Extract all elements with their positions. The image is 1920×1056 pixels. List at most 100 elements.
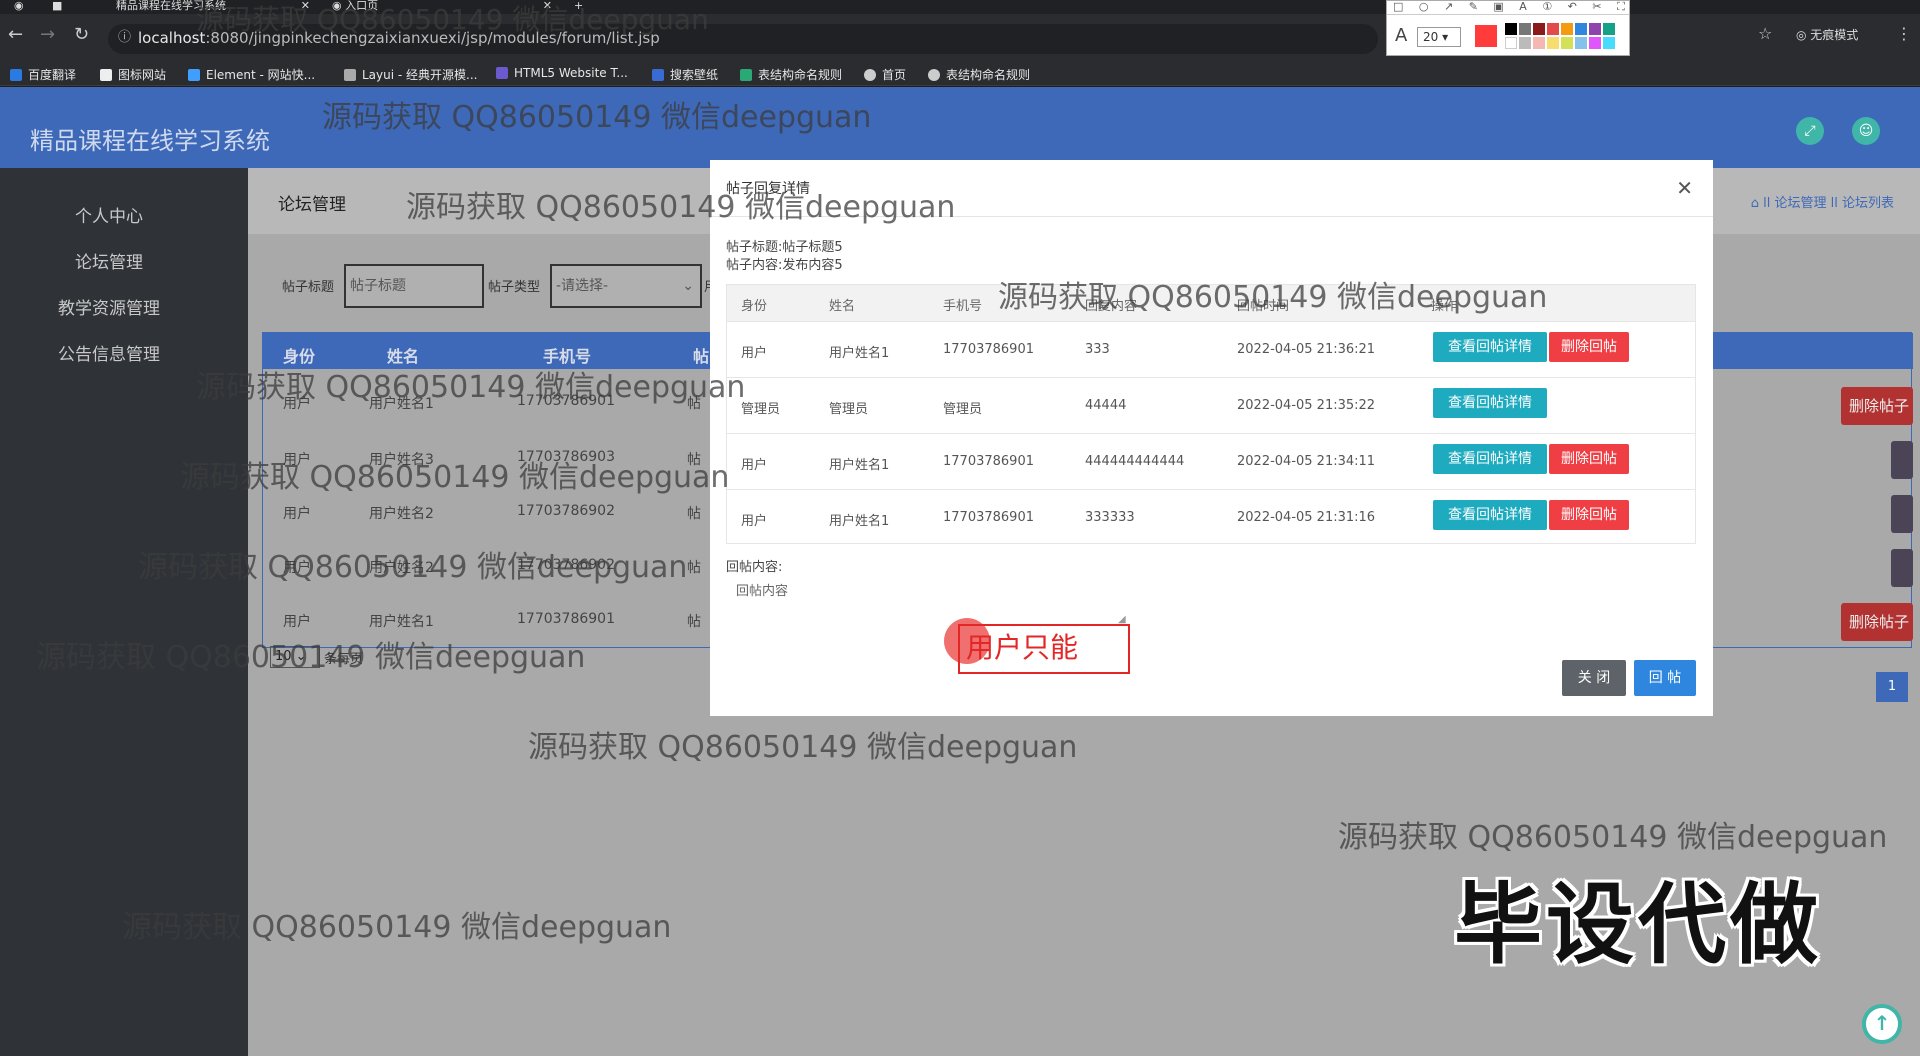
color-swatch[interactable] xyxy=(1505,37,1517,49)
color-swatch[interactable] xyxy=(1561,37,1573,49)
fullscreen-icon[interactable]: ⤢ xyxy=(1796,117,1824,145)
bookmark-item[interactable]: 搜索壁纸 xyxy=(652,66,718,83)
delete-reply-button[interactable]: 删除回帖 xyxy=(1549,500,1629,530)
reply-button[interactable]: 回 帖 xyxy=(1634,660,1696,696)
cell: 帖 xyxy=(687,396,701,412)
cell: 用户姓名1 xyxy=(369,396,434,412)
sidebar-item-forum[interactable]: 论坛管理 xyxy=(0,248,218,273)
delete-reply-button[interactable]: 删除回帖 xyxy=(1549,332,1629,362)
cell: 用户 xyxy=(283,560,311,576)
bookmark-favicon-icon xyxy=(928,69,940,81)
cell: 用户姓名1 xyxy=(829,514,890,529)
row-action-button[interactable] xyxy=(1891,441,1913,479)
breadcrumb[interactable]: ⌂ ll 论坛管理 ll 论坛列表 xyxy=(1751,192,1894,211)
page-size-select[interactable]: 10 ⌄ xyxy=(270,646,320,668)
cell: 2022-04-05 21:34:11 xyxy=(1237,454,1376,469)
cell: 用户 xyxy=(283,396,311,412)
color-swatch[interactable] xyxy=(1575,37,1587,49)
font-size-select[interactable]: 20 ▾ xyxy=(1417,27,1461,47)
close-button[interactable]: 关 闭 xyxy=(1562,660,1626,696)
page-number-button[interactable]: 1 xyxy=(1876,672,1908,702)
url-input[interactable]: ⓘ localhost:8080/jingpinkechengzaixianxu… xyxy=(108,24,1378,54)
current-color-swatch[interactable] xyxy=(1475,25,1497,47)
app-header: 精品课程在线学习系统 ⤢ ☺ xyxy=(0,87,1920,168)
bookmark-item[interactable]: Element - 网站快... xyxy=(188,66,315,83)
forward-icon[interactable]: → xyxy=(40,24,55,45)
reload-icon[interactable]: ↻ xyxy=(74,24,89,45)
modal-title: 帖子回复详情 xyxy=(726,181,810,197)
delete-post-button[interactable]: 删除帖子 xyxy=(1841,387,1913,425)
site-info-icon[interactable]: ⓘ xyxy=(118,24,131,52)
table-row: 用户 用户姓名1 17703786901 444444444444 2022-0… xyxy=(727,433,1695,489)
cell: 17703786901 xyxy=(943,510,1034,525)
bookmark-item[interactable]: 表结构命名规则 xyxy=(928,66,1030,83)
url-path: :8080/jingpinkechengzaixianxuexi/jsp/mod… xyxy=(205,29,660,47)
cell: 帖 xyxy=(687,614,701,630)
bookmark-item[interactable]: HTML5 Website T... xyxy=(496,66,628,80)
tab-switcher-icon[interactable]: ■ xyxy=(52,0,62,14)
tab-course-system[interactable]: 精品课程在线学习系统 ✕ xyxy=(116,0,310,14)
cell: 17703786901 xyxy=(943,454,1034,469)
bookmark-item[interactable]: 百度翻译 xyxy=(10,66,76,83)
annotation-text-box[interactable]: 用户只能 xyxy=(958,624,1130,674)
bookmark-item[interactable]: 图标网站 xyxy=(100,66,166,83)
text-tool-icon[interactable]: A xyxy=(1395,25,1407,46)
sidebar-item-notices[interactable]: 公告信息管理 xyxy=(0,340,218,365)
close-icon[interactable]: ✕ xyxy=(1676,176,1693,200)
post-title-line: 帖子标题:帖子标题5 xyxy=(726,240,843,255)
color-swatch[interactable] xyxy=(1589,37,1601,49)
color-swatch[interactable] xyxy=(1603,23,1615,35)
scroll-to-top-icon[interactable]: ↑ xyxy=(1862,1004,1902,1044)
color-swatch[interactable] xyxy=(1519,37,1531,49)
color-swatch[interactable] xyxy=(1533,23,1545,35)
cell: 2022-04-05 21:35:22 xyxy=(1237,398,1376,413)
bookmark-favicon-icon xyxy=(344,69,356,81)
column-header: 帖 xyxy=(693,347,710,366)
color-swatch[interactable] xyxy=(1589,23,1601,35)
close-tab-icon[interactable]: ✕ xyxy=(543,0,552,12)
color-swatch[interactable] xyxy=(1547,37,1559,49)
delete-post-button[interactable]: 删除帖子 xyxy=(1841,603,1913,641)
color-swatch[interactable] xyxy=(1547,23,1559,35)
column-header: 回复内容 xyxy=(1085,299,1138,314)
cell: 用户姓名3 xyxy=(369,452,434,468)
sidebar-item-resources[interactable]: 教学资源管理 xyxy=(0,294,218,319)
bookmark-item[interactable]: 首页 xyxy=(864,66,906,83)
incognito-indicator[interactable]: ◎ 无痕模式 xyxy=(1796,26,1858,43)
more-menu-icon[interactable]: ⋮ xyxy=(1896,24,1912,43)
cell: 17703786902 xyxy=(517,557,615,573)
row-action-button[interactable] xyxy=(1891,495,1913,533)
bookmark-star-icon[interactable]: ☆ xyxy=(1758,24,1772,43)
browser-menu-icon[interactable]: ◉ xyxy=(14,0,24,14)
column-header: 姓名 xyxy=(829,299,856,314)
bookmark-item[interactable]: Layui - 经典开源模... xyxy=(344,66,477,83)
sidebar-item-profile[interactable]: 个人中心 xyxy=(0,202,218,227)
color-swatch[interactable] xyxy=(1603,37,1615,49)
color-swatch[interactable] xyxy=(1533,37,1545,49)
annotation-tools[interactable]: □ ○ ↗ ✎ ▣ A ① ↶ ✂ ⛶ ✓ ◉ ⤓ ▯ ⌂ ✕ ✓ 完成 xyxy=(1387,1,1629,15)
annotation-toolbar: □ ○ ↗ ✎ ▣ A ① ↶ ✂ ⛶ ✓ ◉ ⤓ ▯ ⌂ ✕ ✓ 完成 A 2… xyxy=(1386,0,1630,56)
reply-table: 身份 姓名 手机号 回复内容 回帖时间 操作 用户 用户姓名1 17703786… xyxy=(726,284,1696,544)
bookmark-item[interactable]: 表结构命名规则 xyxy=(740,66,842,83)
color-swatch[interactable] xyxy=(1505,23,1517,35)
cell: 管理员 xyxy=(741,402,781,417)
close-tab-icon[interactable]: ✕ xyxy=(301,0,310,12)
bookmark-favicon-icon xyxy=(864,69,876,81)
back-icon[interactable]: ← xyxy=(8,24,23,45)
new-tab-icon[interactable]: + xyxy=(574,0,583,14)
view-reply-detail-button[interactable]: 查看回帖详情 xyxy=(1433,500,1547,530)
color-swatch[interactable] xyxy=(1519,23,1531,35)
cell: 管理员 xyxy=(943,402,983,417)
delete-reply-button[interactable]: 删除回帖 xyxy=(1549,444,1629,474)
user-avatar-icon[interactable]: ☺ xyxy=(1852,117,1880,145)
row-action-button[interactable] xyxy=(1891,549,1913,587)
title-filter-input[interactable]: 帖子标题 xyxy=(344,264,484,308)
view-reply-detail-button[interactable]: 查看回帖详情 xyxy=(1433,444,1547,474)
color-swatch[interactable] xyxy=(1575,23,1587,35)
reply-content-textarea[interactable]: 回帖内容 xyxy=(736,580,788,599)
tab-entry-page[interactable]: ◉ 入口页 ✕ xyxy=(332,0,552,14)
color-swatch[interactable] xyxy=(1561,23,1573,35)
view-reply-detail-button[interactable]: 查看回帖详情 xyxy=(1433,388,1547,418)
view-reply-detail-button[interactable]: 查看回帖详情 xyxy=(1433,332,1547,362)
type-filter-select[interactable]: -请选择- ⌄ xyxy=(550,264,702,308)
